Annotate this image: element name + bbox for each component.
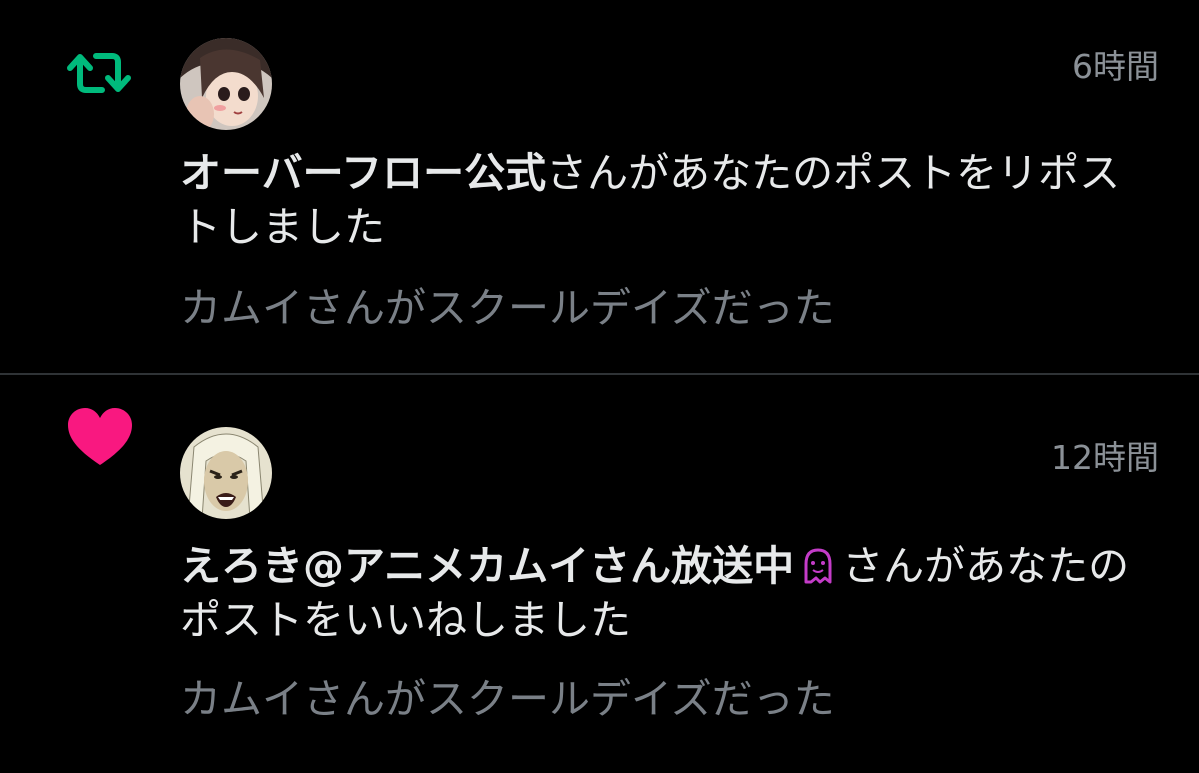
timestamp: 6時間 <box>1072 47 1159 86</box>
avatar[interactable] <box>180 427 272 519</box>
post-snippet[interactable]: カムイさんがスクールデイズだった <box>180 665 835 725</box>
timestamp: 12時間 <box>1051 438 1159 477</box>
notification-like[interactable]: 12時間 えろき@アニメカムイさん放送中 さんがあなたのポストをいいねしました カ… <box>0 375 1199 773</box>
repost-icon <box>66 40 132 106</box>
user-name[interactable]: えろき@アニメカムイさん放送中 <box>180 542 794 590</box>
avatar[interactable] <box>180 38 272 130</box>
notification-message: えろき@アニメカムイさん放送中 さんがあなたのポストをいいねしました <box>180 539 1160 647</box>
notification-repost[interactable]: 6時間 オーバーフロー公式さんがあなたのポストをリポストしました カムイさんがス… <box>0 0 1199 375</box>
heart-icon <box>66 405 134 473</box>
notifications-feed: 6時間 オーバーフロー公式さんがあなたのポストをリポストしました カムイさんがス… <box>0 0 1199 773</box>
notification-message: オーバーフロー公式さんがあなたのポストをリポストしました <box>180 146 1160 254</box>
user-name[interactable]: オーバーフロー公式 <box>180 149 546 197</box>
ghost-emoji-icon <box>798 545 838 585</box>
post-snippet[interactable]: カムイさんがスクールデイズだった <box>180 274 835 334</box>
